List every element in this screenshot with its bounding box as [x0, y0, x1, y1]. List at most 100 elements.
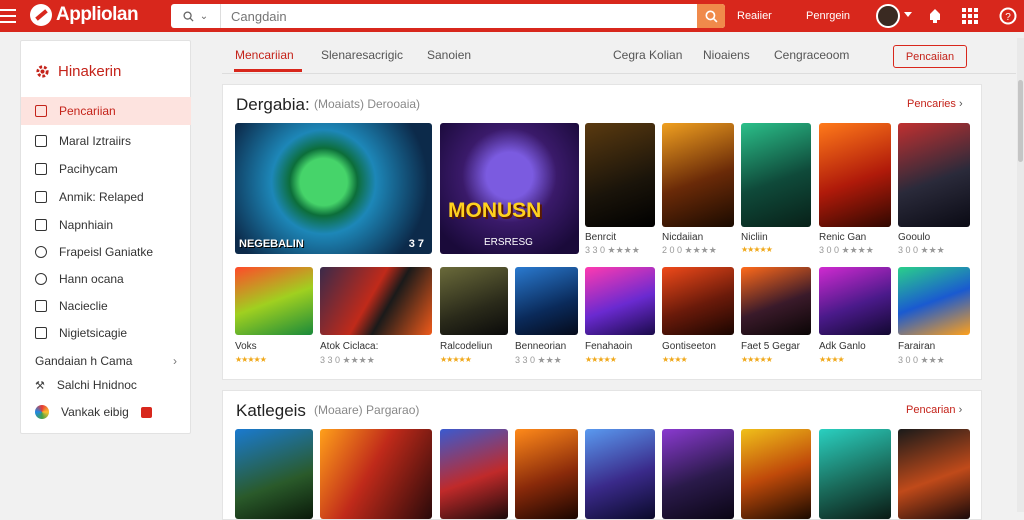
sidebar-heading: Hinakerin [35, 63, 121, 80]
game-tile[interactable] [585, 267, 655, 335]
game-tile[interactable] [440, 429, 508, 519]
chevron-down-icon: ⌄ [199, 10, 209, 22]
tab-5[interactable]: Nioaiens [703, 48, 750, 62]
circle-icon [35, 246, 47, 258]
game-rating: 3 0 0 ★★★ [898, 245, 945, 255]
game-title: Benneorian [515, 341, 567, 352]
game-tile[interactable] [662, 429, 734, 519]
sidebar-item-6[interactable]: Frapeisl Ganiatke [21, 238, 191, 266]
categories-section: Katlegeis (Moaare) Pargarao) Pencarian › [222, 390, 982, 520]
game-title: Ralcodeliun [440, 341, 493, 352]
sidebar-item-label: Maral Iztraiirs [59, 134, 132, 148]
game-rating: 3 3 0 ★★★★ [320, 355, 375, 365]
game-tile[interactable] [585, 123, 655, 227]
game-tile[interactable] [741, 429, 811, 519]
sidebar-item-label: Nacieclie [59, 299, 108, 313]
game-rating: 3 3 0 ★★★ [515, 355, 562, 365]
chevron-right-icon: › [958, 98, 963, 110]
tab-6[interactable]: Cengraceoom [774, 48, 849, 62]
sidebar-item-5[interactable]: Napnhiain [21, 211, 191, 239]
top-link-1[interactable]: Reaiier [737, 10, 772, 22]
help-icon[interactable]: ? [999, 7, 1017, 25]
calendar-icon [35, 327, 47, 339]
active-tab-indicator [234, 69, 302, 72]
game-tile[interactable] [819, 267, 891, 335]
sidebar-item-12[interactable]: Vankak eibig [21, 398, 191, 426]
list-icon [35, 163, 47, 175]
game-tile[interactable] [662, 267, 734, 335]
chat-icon [35, 273, 47, 285]
chart-icon [35, 191, 47, 203]
game-tile[interactable] [819, 429, 891, 519]
sidebar-item-4[interactable]: Anmik: Relaped [21, 183, 191, 211]
search-input[interactable] [221, 5, 697, 27]
game-tile[interactable] [585, 429, 655, 519]
top-link-2[interactable]: Penrgein [806, 10, 850, 22]
game-rating: 3 0 0 ★★★★ [819, 245, 874, 255]
sidebar-item-8[interactable]: Nacieclie [21, 292, 191, 320]
sidebar-item-label: Hann ocana [59, 272, 124, 286]
tab-2[interactable]: Slenaresacrigic [321, 48, 403, 62]
game-tile[interactable] [235, 267, 313, 335]
sidebar-item-3[interactable]: Pacihycam [21, 155, 191, 183]
hamburger-menu-icon[interactable] [0, 9, 16, 23]
search-scope-dropdown[interactable]: ⌄ [171, 4, 221, 28]
game-tile[interactable] [898, 429, 970, 519]
sidebar-item-11[interactable]: ⚒ Salchi Hnidnoc [21, 371, 191, 399]
game-tile[interactable] [741, 123, 811, 227]
tab-3[interactable]: Sanoien [427, 48, 471, 62]
featured-game-tile[interactable]: NEGEBALIN 3 7 [235, 123, 432, 254]
notification-icon[interactable] [926, 7, 944, 25]
game-rating: ★★★★★ [741, 245, 773, 254]
section-subtitle: (Moaiats) Derooaia) [314, 97, 421, 111]
tab-4[interactable]: Cegra Kolian [613, 48, 682, 62]
avatar[interactable] [876, 4, 900, 28]
game-tile[interactable] [235, 429, 313, 519]
game-tile[interactable] [440, 267, 508, 335]
tab-action-button[interactable]: Pencaiian [893, 45, 967, 68]
game-tile[interactable] [898, 267, 970, 335]
sidebar-item-label: Pacihycam [59, 162, 118, 176]
chevron-down-icon[interactable] [904, 12, 912, 17]
game-tile[interactable] [741, 267, 811, 335]
sidebar-item-label: Pencariian [59, 104, 116, 118]
game-title: Nicliin [741, 232, 768, 243]
tab-search[interactable]: Mencariian [235, 48, 294, 62]
folder-icon [35, 105, 47, 117]
search-button[interactable] [697, 4, 725, 28]
section-more-link[interactable]: Pencarian › [906, 404, 962, 416]
game-tile[interactable] [898, 123, 970, 227]
sidebar-item-label: Salchi Hnidnoc [56, 378, 137, 392]
game-tile[interactable] [819, 123, 891, 227]
sidebar-item-7[interactable]: Hann ocana [21, 265, 191, 293]
image-icon [35, 300, 47, 312]
sidebar-item-search[interactable]: Pencariian [21, 97, 191, 125]
sidebar-item-label: Frapeisl Ganiatke [59, 245, 154, 259]
apps-grid-icon[interactable] [961, 7, 979, 25]
section-more-link[interactable]: Pencaries › [907, 98, 963, 110]
section-title: Katlegeis [236, 401, 306, 420]
game-tile[interactable] [515, 429, 578, 519]
sidebar-item-label: Anmik: Relaped [59, 190, 144, 204]
app-logo[interactable]: Appliolan [30, 4, 139, 26]
game-title: Benrcit [585, 232, 617, 243]
search-icon [704, 9, 717, 22]
game-title: Gontiseeton [662, 341, 716, 352]
game-title: Gooulo [898, 232, 931, 243]
game-tile[interactable] [662, 123, 734, 227]
sidebar-item-9[interactable]: Nigietsicagie [21, 319, 191, 347]
section-title: Dergabia: [236, 95, 310, 114]
game-tile[interactable] [320, 267, 432, 335]
sidebar-item-label: Napnhiain [59, 218, 114, 232]
search-bar: ⌄ [171, 4, 725, 28]
gear-icon [36, 65, 49, 78]
new-badge-icon [140, 406, 152, 418]
sidebar-item-label: Nigietsicagie [59, 326, 128, 340]
sidebar-item-2[interactable]: Maral Iztraiirs [21, 127, 191, 155]
top-bar: Appliolan ⌄ Reaiier Penrgein ? [0, 0, 1024, 32]
game-tile[interactable] [515, 267, 578, 335]
game-tile[interactable] [320, 429, 432, 519]
featured-game-tile[interactable]: MONUSN ERSRESG [440, 123, 579, 254]
scrollbar-thumb[interactable] [1018, 80, 1023, 162]
game-title: Atok Ciclaca: [320, 341, 379, 352]
